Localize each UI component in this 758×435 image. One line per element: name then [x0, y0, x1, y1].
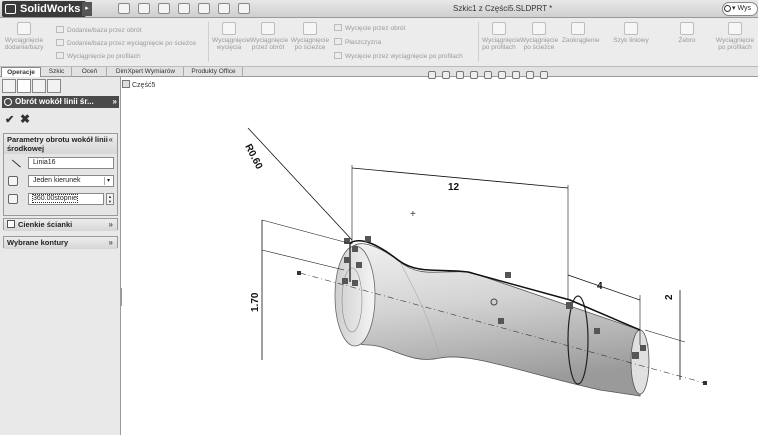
- extension-line: [261, 219, 353, 245]
- revolved-part-body[interactable]: [334, 243, 650, 397]
- extension-line: [644, 329, 686, 343]
- relation-marker[interactable]: [505, 272, 511, 278]
- relation-marker[interactable]: [594, 328, 600, 334]
- centerline-endpoint[interactable]: [703, 381, 707, 385]
- height-dimension-right[interactable]: 2: [664, 294, 675, 300]
- relation-marker[interactable]: [352, 280, 358, 286]
- height-dimension-left[interactable]: 1.70: [250, 292, 261, 312]
- model-viewport: R0.60 12 + 1.70 4 2: [242, 127, 707, 397]
- radius-leader: [247, 127, 353, 241]
- relation-marker[interactable]: [498, 318, 504, 324]
- extension-line: [261, 249, 345, 271]
- plus-marker: +: [410, 209, 416, 220]
- length-dimension-right[interactable]: 4: [597, 281, 603, 292]
- relation-marker[interactable]: [632, 352, 639, 359]
- relation-marker[interactable]: [344, 257, 350, 263]
- length-dimension[interactable]: 12: [448, 182, 460, 193]
- relation-marker[interactable]: [566, 302, 573, 309]
- length-dimension-line: [351, 167, 569, 189]
- centerline-endpoint[interactable]: [297, 271, 301, 275]
- relation-marker[interactable]: [640, 345, 646, 351]
- body-surface: [335, 243, 649, 397]
- relation-marker[interactable]: [352, 246, 358, 252]
- radius-dimension[interactable]: R0.60: [242, 142, 264, 171]
- relation-marker[interactable]: [356, 262, 362, 268]
- relation-marker[interactable]: [342, 278, 348, 284]
- relation-marker[interactable]: [365, 236, 371, 242]
